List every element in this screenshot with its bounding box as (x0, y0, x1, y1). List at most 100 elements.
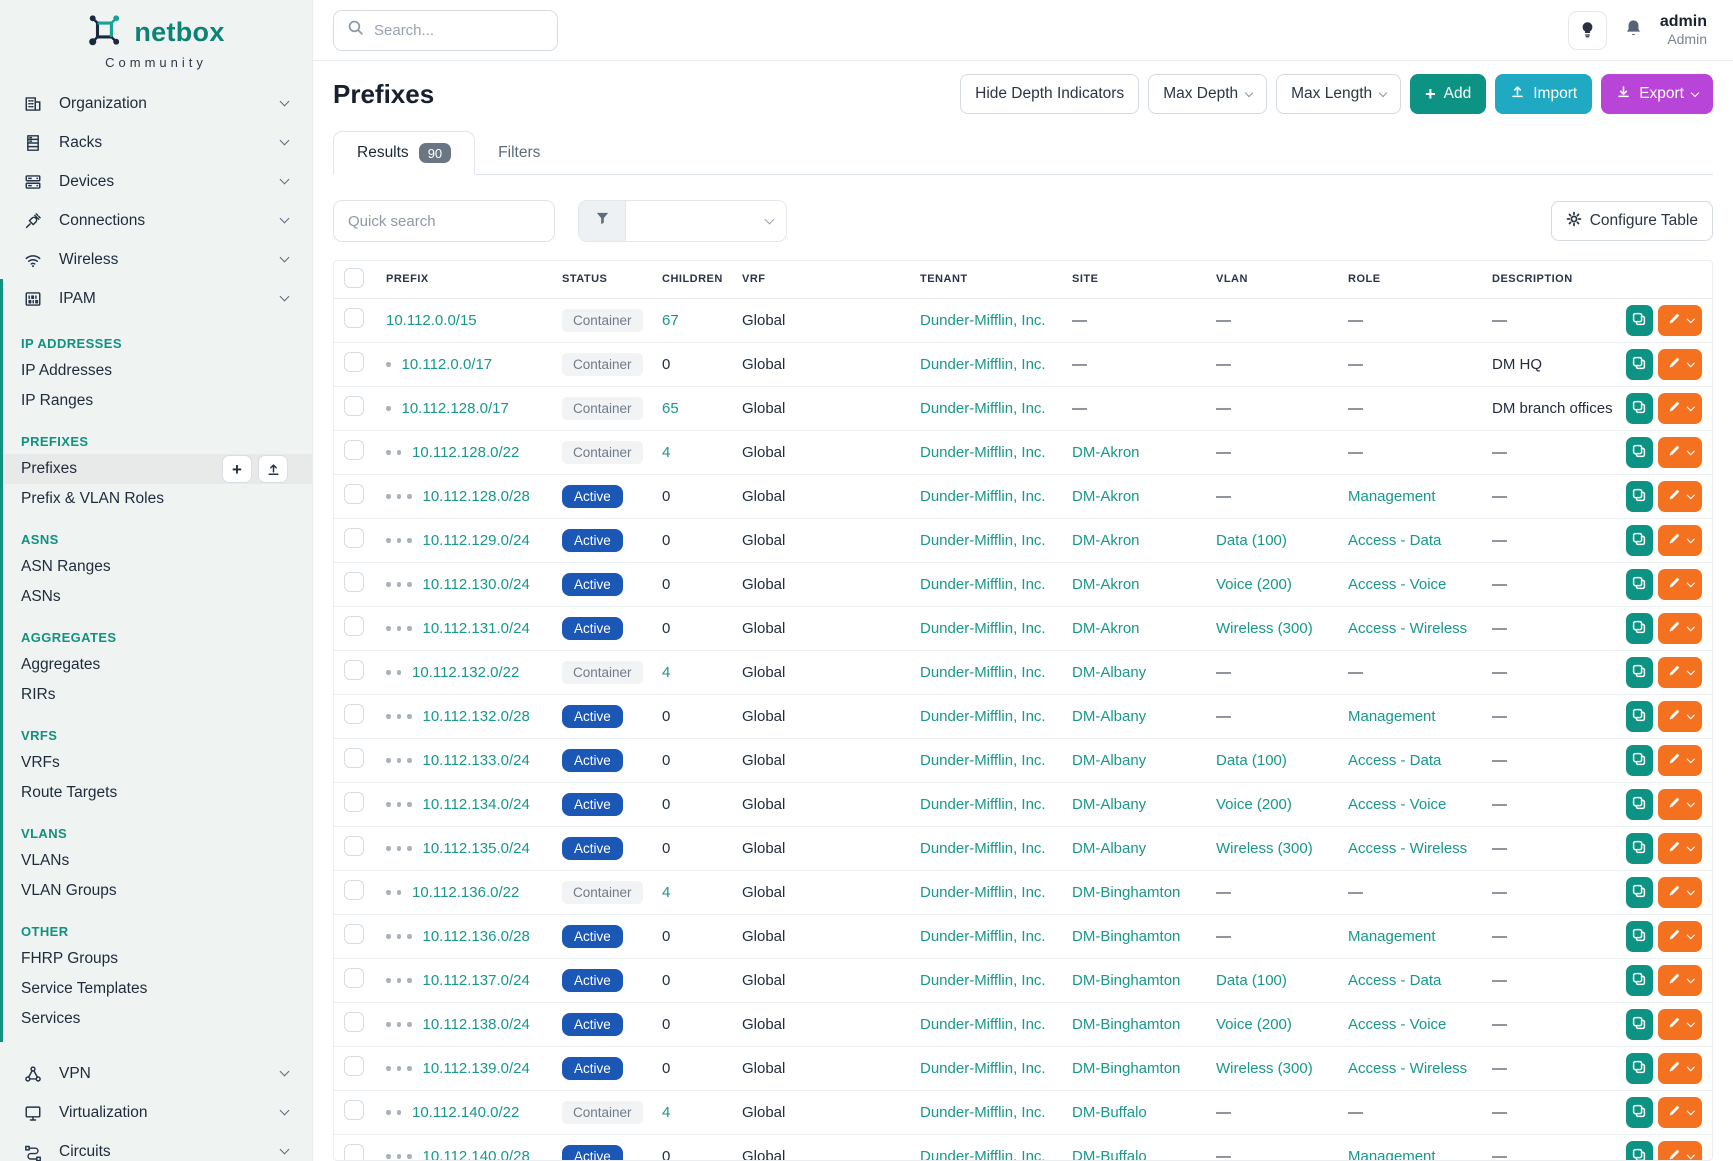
tenant-link[interactable]: Dunder-Mifflin, Inc. (920, 356, 1046, 373)
vlan-link[interactable]: Wireless (300) (1216, 840, 1313, 857)
tab-results[interactable]: Results 90 (333, 131, 475, 175)
clone-button[interactable] (1626, 393, 1653, 424)
prefix-link[interactable]: 10.112.131.0/24 (423, 620, 530, 637)
row-checkbox[interactable] (344, 836, 364, 856)
edit-button[interactable] (1658, 613, 1703, 644)
tenant-link[interactable]: Dunder-Mifflin, Inc. (920, 884, 1046, 901)
sidebar-item-prefix-vlan-roles[interactable]: Prefix & VLAN Roles (3, 484, 312, 514)
site-link[interactable]: DM-Binghamton (1072, 1016, 1180, 1033)
prefix-link[interactable]: 10.112.128.0/22 (412, 444, 519, 461)
children-count-link[interactable]: 67 (662, 312, 679, 329)
clone-button[interactable] (1626, 1097, 1653, 1128)
vlan-link[interactable]: Wireless (300) (1216, 620, 1313, 637)
edit-button[interactable] (1658, 437, 1703, 468)
row-checkbox[interactable] (344, 396, 364, 416)
clone-button[interactable] (1626, 525, 1653, 556)
edit-button[interactable] (1658, 349, 1703, 380)
prefix-link[interactable]: 10.112.130.0/24 (423, 576, 530, 593)
prefix-link[interactable]: 10.112.0.0/15 (386, 312, 477, 329)
vlan-link[interactable]: Voice (200) (1216, 1016, 1292, 1033)
clone-button[interactable] (1626, 437, 1653, 468)
row-checkbox[interactable] (344, 1144, 364, 1161)
edit-button[interactable] (1658, 481, 1703, 512)
clone-button[interactable] (1626, 965, 1653, 996)
column-header-vlan[interactable]: VLAN (1206, 261, 1338, 298)
vlan-link[interactable]: Wireless (300) (1216, 1060, 1313, 1077)
vlan-link[interactable]: Data (100) (1216, 752, 1287, 769)
row-checkbox[interactable] (344, 352, 364, 372)
role-link[interactable]: Management (1348, 488, 1436, 505)
user-menu[interactable]: admin Admin (1660, 12, 1707, 49)
site-link[interactable]: DM-Akron (1072, 576, 1140, 593)
sidebar-item-ip-ranges[interactable]: IP Ranges (3, 386, 312, 416)
role-link[interactable]: Management (1348, 708, 1436, 725)
theme-toggle-button[interactable] (1568, 11, 1607, 50)
edit-button[interactable] (1658, 745, 1703, 776)
tab-filters[interactable]: Filters (475, 131, 563, 174)
edit-button[interactable] (1658, 1097, 1703, 1128)
clone-button[interactable] (1626, 349, 1653, 380)
role-link[interactable]: Access - Data (1348, 972, 1441, 989)
prefix-link[interactable]: 10.112.136.0/22 (412, 884, 519, 901)
sidebar-item-vlans[interactable]: VLANs (3, 846, 312, 876)
sidebar-item-vlan-groups[interactable]: VLAN Groups (3, 876, 312, 906)
clone-button[interactable] (1626, 877, 1653, 908)
select-all-checkbox[interactable] (344, 268, 364, 288)
configure-table-button[interactable]: Configure Table (1551, 201, 1713, 241)
prefix-link[interactable]: 10.112.133.0/24 (423, 752, 530, 769)
column-header-vrf[interactable]: VRF (732, 261, 910, 298)
role-link[interactable]: Access - Data (1348, 752, 1441, 769)
children-count-link[interactable]: 65 (662, 400, 679, 417)
row-checkbox[interactable] (344, 704, 364, 724)
site-link[interactable]: DM-Buffalo (1072, 1148, 1147, 1161)
clone-button[interactable] (1626, 569, 1653, 600)
sidebar-item-vpn[interactable]: VPN (0, 1054, 312, 1093)
row-checkbox[interactable] (344, 572, 364, 592)
role-link[interactable]: Access - Wireless (1348, 840, 1467, 857)
search-input[interactable] (374, 22, 544, 39)
edit-button[interactable] (1658, 525, 1703, 556)
tenant-link[interactable]: Dunder-Mifflin, Inc. (920, 1104, 1046, 1121)
brand-logo[interactable]: netbox Community (0, 13, 312, 70)
clone-button[interactable] (1626, 1141, 1653, 1161)
vlan-link[interactable]: Voice (200) (1216, 796, 1292, 813)
role-link[interactable]: Management (1348, 1148, 1436, 1161)
prefix-link[interactable]: 10.112.132.0/22 (412, 664, 519, 681)
sidebar-item-wireless[interactable]: Wireless (0, 240, 312, 279)
add-button[interactable]: + Add (1410, 74, 1486, 114)
filter-button[interactable] (579, 201, 626, 241)
sidebar-item-prefixes[interactable]: Prefixes+ (3, 454, 312, 484)
row-checkbox[interactable] (344, 440, 364, 460)
row-checkbox[interactable] (344, 792, 364, 812)
edit-button[interactable] (1658, 701, 1703, 732)
clone-button[interactable] (1626, 657, 1653, 688)
column-header-prefix[interactable]: PREFIX (376, 261, 552, 298)
edit-button[interactable] (1658, 657, 1703, 688)
role-link[interactable]: Management (1348, 928, 1436, 945)
quick-add-button[interactable]: + (222, 455, 252, 483)
site-link[interactable]: DM-Binghamton (1072, 1060, 1180, 1077)
row-checkbox[interactable] (344, 484, 364, 504)
row-checkbox[interactable] (344, 924, 364, 944)
children-count-link[interactable]: 4 (662, 664, 670, 681)
edit-button[interactable] (1658, 1053, 1703, 1084)
edit-button[interactable] (1658, 569, 1703, 600)
edit-button[interactable] (1658, 965, 1703, 996)
clone-button[interactable] (1626, 701, 1653, 732)
tenant-link[interactable]: Dunder-Mifflin, Inc. (920, 576, 1046, 593)
prefix-link[interactable]: 10.112.137.0/24 (423, 972, 530, 989)
max-length-dropdown[interactable]: Max Length (1276, 74, 1401, 114)
prefix-link[interactable]: 10.112.134.0/24 (423, 796, 530, 813)
column-header-site[interactable]: SITE (1062, 261, 1206, 298)
edit-button[interactable] (1658, 1141, 1703, 1161)
sidebar-item-vrfs[interactable]: VRFs (3, 748, 312, 778)
sidebar-item-organization[interactable]: Organization (0, 84, 312, 123)
role-link[interactable]: Access - Voice (1348, 1016, 1446, 1033)
sidebar-item-asn-ranges[interactable]: ASN Ranges (3, 552, 312, 582)
row-checkbox[interactable] (344, 308, 364, 328)
edit-button[interactable] (1658, 789, 1703, 820)
clone-button[interactable] (1626, 1009, 1653, 1040)
sidebar-item-ip-addresses[interactable]: IP Addresses (3, 356, 312, 386)
site-link[interactable]: DM-Akron (1072, 488, 1140, 505)
sidebar-item-services[interactable]: Services (3, 1004, 312, 1034)
